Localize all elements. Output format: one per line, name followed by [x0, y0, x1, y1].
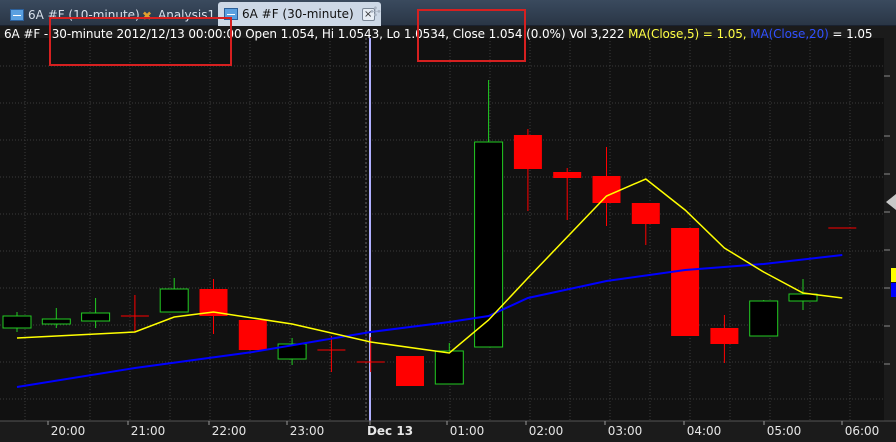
time-axis-label: 05:00: [767, 424, 802, 438]
candle-body: [81, 312, 111, 322]
candle-body: [749, 300, 779, 337]
candle-body: [159, 288, 189, 313]
tab-label: 6A #F (30-minute): [242, 7, 354, 21]
time-axis-label: 22:00: [212, 424, 247, 438]
highlight-box-close-value: [417, 9, 526, 62]
info-ma20-value: = 1.05: [832, 27, 873, 41]
candle-body: [2, 315, 32, 329]
info-ma5: MA(Close,5) = 1.05,: [628, 27, 747, 41]
candle-body: [631, 203, 660, 224]
time-axis-label: 20:00: [51, 424, 86, 438]
time-axis-label: 01:00: [450, 424, 485, 438]
info-ma20: MA(Close,20): [750, 27, 829, 41]
candle-body: [396, 356, 424, 386]
time-axis-label: 21:00: [131, 424, 166, 438]
candle-body: [434, 350, 464, 385]
time-axis-label: 02:00: [529, 424, 564, 438]
highlight-box-timestamp: [49, 17, 232, 66]
time-axis-label: 03:00: [608, 424, 643, 438]
candle-body: [41, 318, 71, 325]
candle-body: [710, 328, 739, 344]
chart-canvas[interactable]: 20:00 21:00 22:00 23:00 Dec 13 01:00 02:00 03:0…: [0, 26, 896, 442]
time-axis-label: 23:00: [290, 424, 325, 438]
time-axis-label: 04:00: [687, 424, 722, 438]
price-chart[interactable]: 20:00 21:00 22:00 23:00 Dec 13 01:00 02:00 03:0…: [0, 26, 896, 442]
candle-body: [671, 228, 700, 336]
tab-30-minute-chart[interactable]: 6A #F (30-minute) ×: [218, 2, 381, 26]
time-axis-label: Dec 13: [367, 424, 413, 438]
candle-body: [238, 320, 267, 350]
info-volume: Vol 3,222: [569, 27, 625, 41]
ma5-axis-marker: [891, 268, 896, 282]
new-tab-icon[interactable]: ✣: [370, 5, 381, 20]
candle-body: [513, 135, 542, 169]
candle-body: [592, 176, 621, 203]
candle-body: [788, 293, 818, 302]
time-axis-label: 06:00: [845, 424, 880, 438]
ma20-axis-marker: [891, 283, 896, 297]
candle-body: [553, 172, 582, 178]
chart-icon: [10, 8, 24, 21]
